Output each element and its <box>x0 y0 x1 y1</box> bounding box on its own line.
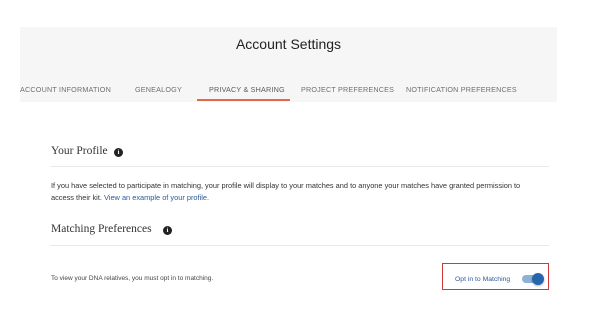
toggle-knob <box>532 273 544 285</box>
matching-note: To view your DNA relatives, you must opt… <box>51 275 214 282</box>
section-divider <box>50 245 549 246</box>
info-icon[interactable]: i <box>114 148 123 157</box>
active-tab-indicator <box>197 99 290 101</box>
view-profile-example-link[interactable]: View an example of your profile. <box>104 193 209 202</box>
tab-genealogy[interactable]: GENEALOGY <box>135 85 182 94</box>
matching-preferences-title: Matching Preferences <box>51 223 152 235</box>
optin-matching-toggle[interactable] <box>522 273 544 285</box>
tab-privacy-sharing[interactable]: PRIVACY & SHARING <box>209 85 285 94</box>
info-icon[interactable]: i <box>163 226 172 235</box>
section-divider <box>50 166 549 167</box>
page-title: Account Settings <box>235 36 342 52</box>
tab-notification-preferences[interactable]: NOTIFICATION PREFERENCES <box>406 85 517 94</box>
profile-description: If you have selected to participate in m… <box>51 180 541 204</box>
settings-header: Account Settings ACCOUNT INFORMATION GEN… <box>20 27 557 102</box>
tab-project-preferences[interactable]: PROJECT PREFERENCES <box>301 85 394 94</box>
optin-label: Opt in to Matching <box>455 276 511 283</box>
your-profile-title: Your Profile <box>51 145 108 157</box>
tab-account-information[interactable]: ACCOUNT INFORMATION <box>20 85 111 94</box>
